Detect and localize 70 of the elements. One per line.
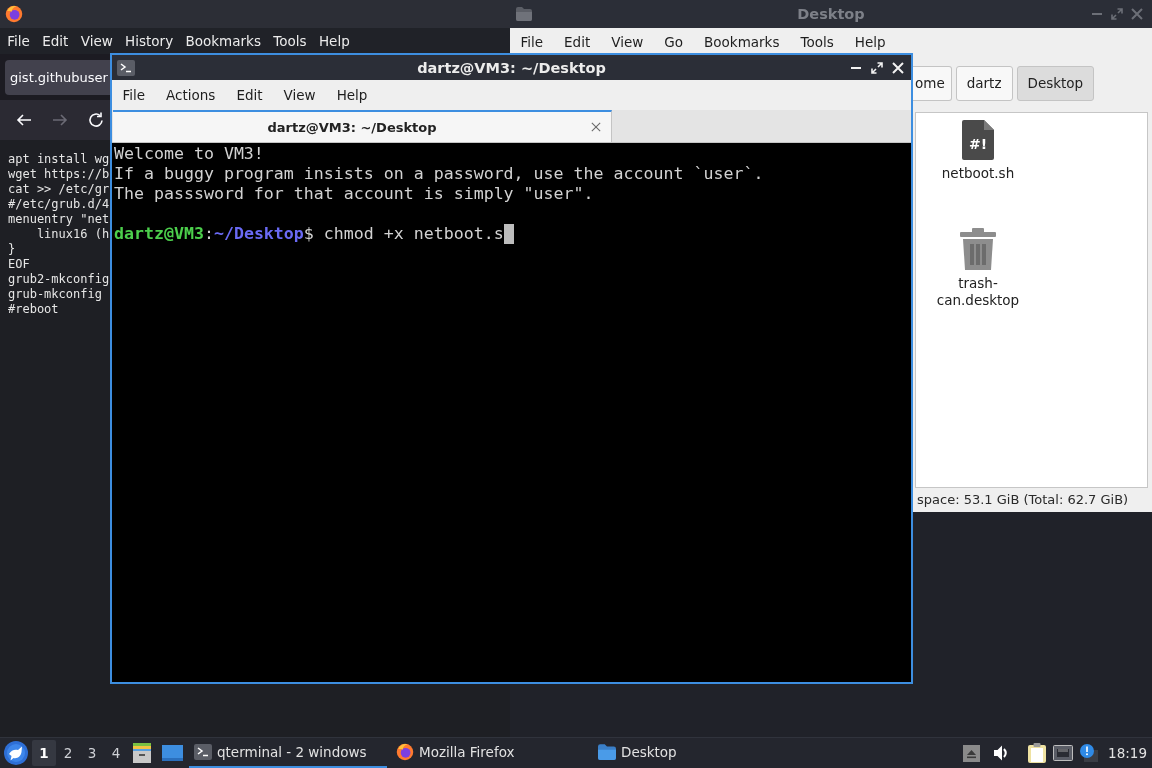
terminal-tab[interactable]: dartz@VM3: ~/Desktop [113, 110, 612, 142]
menu-item[interactable]: View [273, 87, 327, 103]
workspace-button[interactable]: 2 [56, 740, 80, 766]
file-name[interactable]: trash-can.desktop [926, 275, 1030, 309]
terminal-output-line: Welcome to VM3! [114, 144, 264, 164]
menu-item[interactable]: View [600, 34, 654, 50]
browser-tab[interactable]: gist.githubuser [5, 59, 110, 95]
menu-item[interactable]: History [118, 33, 180, 49]
menu-item[interactable]: View [74, 33, 119, 49]
menu-item[interactable]: File [1, 33, 36, 49]
code-line: grub-mkconfig [8, 287, 102, 302]
code-line: wget https://b [8, 167, 110, 182]
window-title: dartz@VM3: ~/Desktop [417, 59, 606, 76]
path-button[interactable]: ome [913, 65, 952, 101]
menu-item[interactable]: Tools [789, 34, 845, 50]
alert-icon[interactable] [1080, 744, 1099, 762]
menu-item[interactable]: Bookmarks [693, 34, 790, 50]
code-line: menuentry "net [8, 212, 110, 227]
clipboard-icon[interactable] [1028, 743, 1047, 763]
code-line: cat >> /etc/gr [8, 182, 110, 197]
menu-item[interactable]: Edit [225, 87, 274, 103]
menu-item[interactable]: Bookmarks [179, 33, 268, 49]
file-name[interactable]: netboot.sh [941, 165, 1015, 182]
task-button[interactable]: Desktop [593, 738, 791, 768]
menu-item[interactable]: Tools [267, 33, 313, 49]
ethernet-port-icon[interactable] [1053, 745, 1074, 761]
menu-item[interactable]: Help [844, 34, 896, 50]
file-cabinet-icon[interactable] [133, 743, 151, 763]
code-line: EOF [8, 257, 30, 272]
bird-logo-icon[interactable] [4, 741, 28, 765]
block-cursor-icon [503, 224, 514, 244]
menu-item[interactable]: Edit [35, 33, 75, 49]
terminal-icon [117, 59, 135, 76]
menu-item[interactable]: Go [653, 34, 694, 50]
eject-icon[interactable] [963, 744, 981, 762]
browser-logo-icon [5, 5, 23, 23]
status-text: space: 53.1 GiB (Total: 62.7 GiB) [917, 491, 1129, 507]
terminal-icon [194, 744, 212, 760]
code-line: apt install wg [8, 152, 110, 167]
workspace-button[interactable]: 4 [104, 740, 128, 766]
menu-item[interactable]: Actions [155, 87, 226, 103]
reload-icon[interactable] [88, 112, 104, 128]
path-button[interactable]: dartz [955, 65, 1013, 101]
code-line: } [8, 242, 16, 257]
script-file-icon[interactable]: #! [962, 120, 994, 160]
path-button[interactable]: Desktop [1016, 65, 1095, 101]
back-arrow-icon[interactable] [16, 112, 32, 128]
workspace-button[interactable]: 3 [80, 740, 104, 766]
code-line: #/etc/grub.d/4 [8, 197, 110, 212]
workspace-button[interactable]: 1 [32, 740, 56, 766]
clock[interactable]: 18:19 [1108, 745, 1147, 761]
volume-icon[interactable] [993, 744, 1009, 762]
menu-item[interactable]: Edit [553, 34, 601, 50]
code-line: grub2-mkconfig [8, 272, 110, 287]
code-line: #reboot [8, 302, 59, 317]
menu-item[interactable]: Help [326, 87, 378, 103]
folder-icon [516, 7, 532, 21]
folder-icon [598, 744, 616, 760]
window-title: Desktop [797, 6, 865, 22]
trash-icon[interactable] [960, 228, 996, 270]
task-button[interactable]: qterminal - 2 windows [189, 738, 387, 768]
menu-item[interactable]: Help [312, 33, 356, 49]
task-button[interactable]: Mozilla Firefox [391, 738, 589, 768]
prompt-line: dartz@VM3:~/Desktop$ chmod +x netboot.s [114, 224, 504, 244]
browser-logo-icon [396, 743, 414, 761]
terminal-output-line: The passsword for that account is simply "user". [114, 184, 594, 204]
code-line: linux16 (h [35, 227, 110, 242]
menu-item[interactable]: File [510, 34, 554, 50]
menu-item[interactable]: File [112, 87, 156, 103]
terminal-output-line: If a buggy program insists on a password, use the account `user`. [114, 164, 764, 184]
